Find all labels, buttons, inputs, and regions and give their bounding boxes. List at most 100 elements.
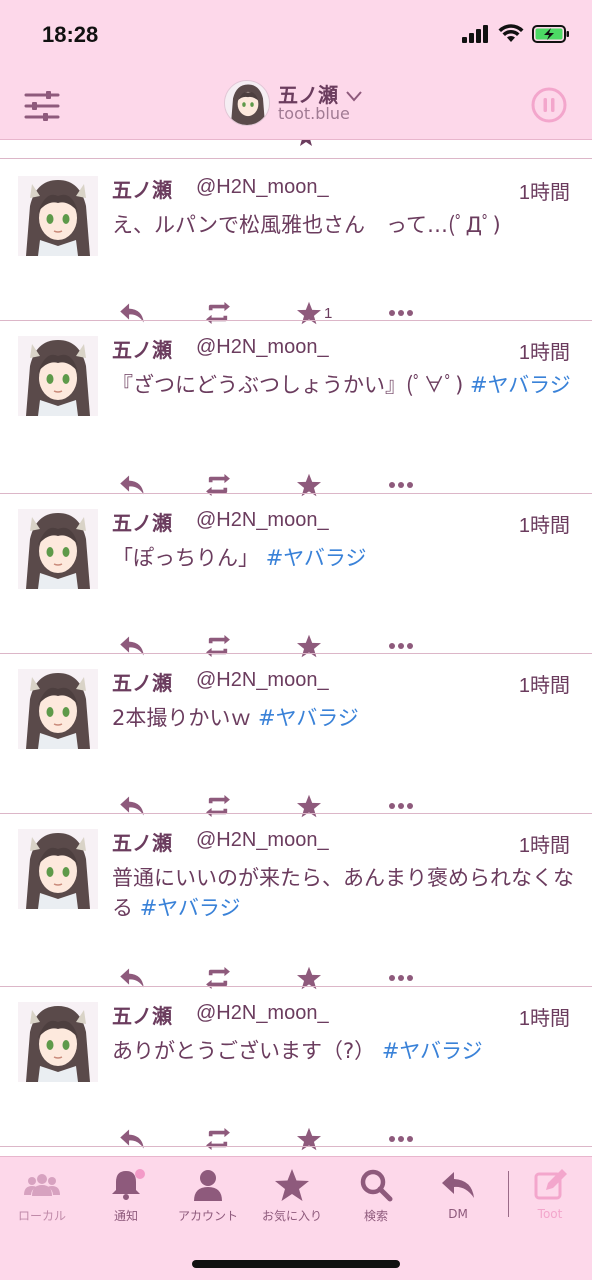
toot-content: 2本撮りかいｗ #ヤバラジ [112,703,577,733]
display-name[interactable]: 五ノ瀬 [112,667,172,696]
toot-item[interactable]: 五ノ瀬 @H2N_moon_ 1時間 2本撮りかいｗ #ヤバラジ [0,653,592,818]
hashtag-link[interactable]: #ヤバラジ [382,1039,483,1063]
tab-divider [508,1171,509,1217]
tab-label: ローカル [17,1209,66,1223]
nav-bar: 五ノ瀬 toot.blue [0,70,592,140]
display-name[interactable]: 五ノ瀬 [112,507,172,536]
account-switcher[interactable]: 五ノ瀬 toot.blue [224,80,363,126]
person-icon [194,1170,222,1201]
more-icon [389,803,413,809]
favourite-button[interactable] [296,1124,324,1154]
tab-search[interactable]: 検索 [336,1167,416,1224]
more-icon [389,643,413,649]
pause-stream-icon[interactable] [530,86,568,124]
battery-icon [532,25,569,43]
toot-text: 2本撮りかいｗ [112,706,259,730]
star-icon [300,140,312,146]
separator [0,158,592,159]
account-handle[interactable]: @H2N_moon_ [196,669,329,692]
avatar[interactable] [18,1002,98,1082]
account-handle[interactable]: @H2N_moon_ [196,1002,329,1025]
avatar[interactable] [18,176,98,256]
toot-item[interactable]: 五ノ瀬 @H2N_moon_ 1時間ありがとうございます（?） #ヤバラジ [0,986,592,1151]
tab-account[interactable]: アカウント [168,1167,248,1224]
hashtag-link[interactable]: #ヤバラジ [266,546,367,570]
tab-label: 検索 [363,1209,388,1223]
tab-label: アカウント [177,1209,238,1223]
status-bar: 18:28 [0,0,592,70]
toot-content: 「ぽっちりん」 #ヤバラジ [112,543,577,573]
tab-toot[interactable]: Toot [510,1167,590,1221]
timestamp: 1時間 [518,675,570,697]
header-avatar [224,80,270,126]
timestamp: 1時間 [518,835,570,857]
display-name[interactable]: 五ノ瀬 [112,334,172,363]
hashtag-link[interactable]: #ヤバラジ [470,373,571,397]
toot-text: え、ルパンで松風雅也さん って…(ﾟДﾟ) [112,213,501,237]
tab-label: 通知 [113,1209,138,1223]
reply-icon [442,1172,474,1198]
toot-item[interactable]: 五ノ瀬 @H2N_moon_ 1時間普通にいいのが来たら、あんまり褒められなくなる … [0,813,592,990]
tab-notifications[interactable]: 通知 [86,1167,166,1224]
toot-item[interactable]: 五ノ瀬 @H2N_moon_ 1時間 え、ルパンで松風雅也さん って…(ﾟДﾟ) 1 [0,160,592,325]
hashtag-link[interactable]: #ヤバラジ [258,706,359,730]
hashtag-link[interactable]: #ヤバラジ [140,896,241,920]
boost-button[interactable] [204,1124,232,1154]
account-handle[interactable]: @H2N_moon_ [196,829,329,852]
avatar-art [18,669,98,749]
wifi-icon [498,24,524,42]
toot-content: え、ルパンで松風雅也さん って…(ﾟДﾟ) [112,210,577,240]
timestamp: 1時間 [518,182,570,204]
more-icon [389,975,413,981]
account-handle[interactable]: @H2N_moon_ [196,336,329,359]
more-button[interactable] [388,1124,414,1154]
toot-content: 『ざつにどうぶつしょうかい』(ﾟ∀ﾟ) #ヤバラジ [112,370,577,400]
toot-item[interactable]: 五ノ瀬 @H2N_moon_ 1時間 『ざつにどうぶつしょうかい』(ﾟ∀ﾟ) #ヤバラ… [0,320,592,497]
chevron-down-icon [346,91,362,102]
favourite-count: 1 [324,304,333,322]
display-name[interactable]: 五ノ瀬 [112,827,172,856]
avatar[interactable] [18,509,98,589]
more-icon [389,482,413,488]
people-icon [24,1174,60,1196]
settings-sliders-icon[interactable] [24,88,60,124]
favourite-star-icon [297,1127,321,1151]
signal-icon [462,25,488,43]
bell-icon [112,1169,145,1200]
home-indicator [192,1260,400,1268]
timestamp: 1時間 [518,1008,570,1030]
timestamp: 1時間 [518,515,570,537]
toot-content: ありがとうございます（?） #ヤバラジ [112,1036,577,1066]
display-name[interactable]: 五ノ瀬 [112,174,172,203]
tab-local[interactable]: ローカル [2,1167,82,1224]
account-handle[interactable]: @H2N_moon_ [196,509,329,532]
clock: 18:28 [42,22,99,47]
avatar-art [18,176,98,256]
tab-bar: ローカル 通知 アカウント お気に入り 検索 DM Toot [0,1156,592,1280]
avatar-art [18,1002,98,1082]
more-icon [389,310,413,316]
toot-content: 普通にいいのが来たら、あんまり褒められなくなる #ヤバラジ [112,863,577,923]
timeline: 五ノ瀬 @H2N_moon_ 1時間 え、ルパンで松風雅也さん って…(ﾟДﾟ) 1 五ノ… [0,140,592,1156]
avatar[interactable] [18,829,98,909]
toot-actions [112,1124,414,1154]
header-domain: toot.blue [278,104,350,123]
tab-label: DM [448,1207,468,1221]
toot-item[interactable]: 五ノ瀬 @H2N_moon_ 1時間「ぽっちりん」 #ヤバラジ [0,493,592,658]
more-icon [389,1136,413,1142]
avatar-art [18,509,98,589]
star-icon [275,1169,309,1201]
avatar[interactable] [18,336,98,416]
avatar-art [225,81,269,125]
compose-icon [534,1169,567,1200]
toot-text: 「ぽっちりん」 [112,546,266,570]
status-icons [462,24,570,44]
tab-label: お気に入り [261,1209,322,1223]
display-name[interactable]: 五ノ瀬 [112,1000,172,1029]
reply-button[interactable] [118,1124,146,1154]
separator [0,1146,592,1147]
avatar[interactable] [18,669,98,749]
tab-favourites[interactable]: お気に入り [252,1167,332,1224]
account-handle[interactable]: @H2N_moon_ [196,176,329,199]
tab-dm[interactable]: DM [418,1167,498,1221]
